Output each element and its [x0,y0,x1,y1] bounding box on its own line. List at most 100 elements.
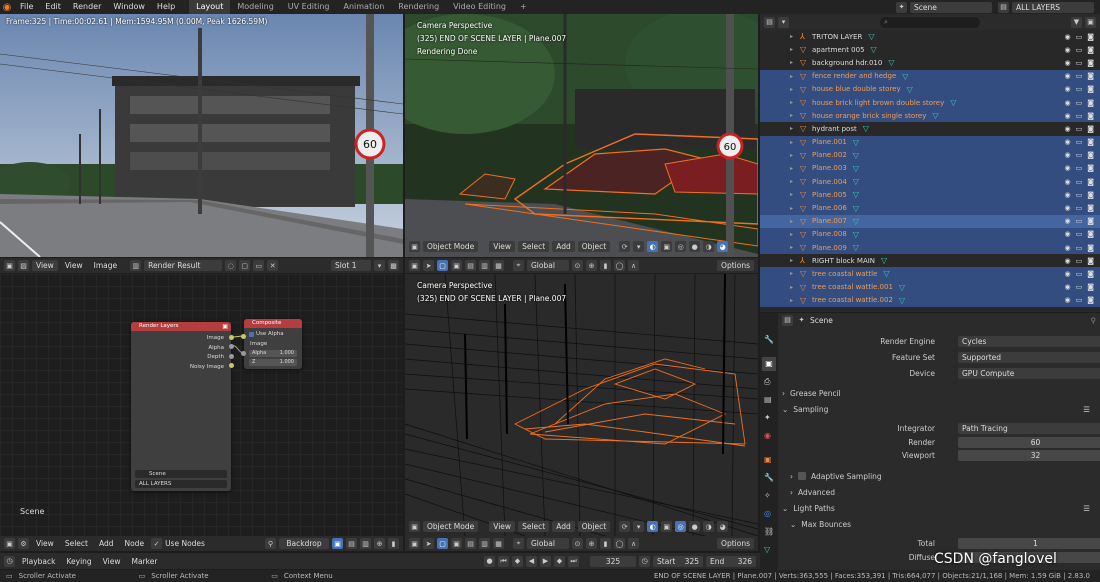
mesh-data-icon[interactable]: ▽ [883,269,889,278]
render-camera-icon[interactable]: ◙ [1087,33,1094,41]
physics-tab-icon[interactable]: ◎ [764,509,771,518]
expand-arrow-icon[interactable]: ▸ [790,59,793,66]
object-menu[interactable]: Object [577,241,611,252]
render-camera-icon[interactable]: ◙ [1087,112,1094,120]
outliner-row[interactable]: ▸ ▽ Plane.002 ▽ ◉ ▭ ◙ [760,148,1100,162]
data-tab-icon[interactable]: ▽ [764,545,770,554]
render-camera-icon[interactable]: ◙ [1087,178,1094,186]
outliner-row[interactable]: ▸ ▽ hydrant post ▽ ◉ ▭ ◙ [760,122,1100,135]
outliner-row[interactable]: ▸ ▽ Plane.008 ▽ ◉ ▭ ◙ [760,227,1100,241]
proportional-edit-icon[interactable]: ◯ [614,260,625,271]
node-tree-type-icon[interactable]: ⚙ [18,538,29,549]
object-mode-selector[interactable]: Object Mode [423,241,479,252]
filter-icon[interactable]: ▼ [1071,16,1082,28]
view-menu[interactable]: View [99,556,125,567]
visibility-eye-icon[interactable]: ◉ [1064,164,1070,172]
overlays-toggle-icon[interactable]: ◐ [647,241,659,252]
blender-logo-icon[interactable]: ◉ [0,0,14,14]
transform-orientation-selector[interactable]: Global [527,260,569,271]
prev-keyframe-icon[interactable]: ◆ [512,555,523,567]
expand-arrow-icon[interactable]: ▸ [790,99,793,106]
object-mode-selector[interactable]: Object Mode [423,521,479,532]
use-nodes-checkbox[interactable]: ✓ [151,538,163,549]
snap-icon[interactable]: ⊕ [586,260,597,271]
expand-arrow-icon[interactable]: ▸ [790,112,793,119]
snap-type-icon[interactable]: ▮ [600,538,611,549]
viewport-monitor-icon[interactable]: ▭ [1076,230,1083,238]
list-icon[interactable]: ☰ [1083,504,1090,513]
tab-rendering[interactable]: Rendering [391,0,446,14]
display-channels-icon[interactable]: ▩ [388,260,399,271]
expand-arrow-icon[interactable]: ▸ [790,139,793,146]
transform-orientation-selector[interactable]: Global [527,538,569,549]
view-menu[interactable]: View [32,538,58,549]
viewport-monitor-icon[interactable]: ▭ [1076,283,1083,291]
editor-type-icon[interactable]: ▤ [782,314,793,326]
select-tool-icon[interactable]: ➤ [423,260,434,271]
layer-selector[interactable]: ALL LAYERS [1012,1,1094,13]
visibility-eye-icon[interactable]: ◉ [1064,230,1070,238]
falloff-icon[interactable]: ∧ [628,260,639,271]
mesh-data-icon[interactable]: ▽ [853,164,859,173]
select-menu[interactable]: Select [61,538,92,549]
visibility-eye-icon[interactable]: ◉ [1064,138,1070,146]
device-dropdown[interactable]: GPU Compute [958,367,1100,379]
expand-arrow-icon[interactable]: ▸ [790,284,793,291]
pivot-icon[interactable]: ⊙ [572,538,583,549]
render-camera-icon[interactable]: ◙ [1087,283,1094,291]
mesh-data-icon[interactable]: ▽ [907,85,913,94]
solid-shading-icon[interactable]: ● [689,521,701,532]
overlay-icon[interactable]: ▾ [633,521,645,532]
select-subtract-icon[interactable]: ▤ [465,538,476,549]
backdrop-channel-icon[interactable]: ▣ [332,538,343,549]
render-camera-icon[interactable]: ◙ [1087,296,1094,304]
channel-icon[interactable]: ▾ [374,260,385,271]
render-tab-icon[interactable]: ▣ [762,357,776,371]
visibility-eye-icon[interactable]: ◉ [1064,257,1070,265]
slot-selector[interactable]: Slot 1 [331,260,371,271]
integrator-dropdown[interactable]: Path Tracing [958,422,1100,434]
next-keyframe-icon[interactable]: ◆ [554,555,565,567]
viewport-monitor-icon[interactable]: ▭ [1076,257,1083,265]
expand-arrow-icon[interactable]: ▸ [790,297,793,304]
mesh-data-icon[interactable]: ▽ [853,217,859,226]
open-folder-icon[interactable]: ▭ [253,260,265,271]
render-camera-icon[interactable]: ◙ [1087,204,1094,212]
view-menu[interactable]: View [489,521,516,532]
viewport-monitor-icon[interactable]: ▭ [1076,112,1083,120]
composite-node[interactable]: Composite Use Alpha Image Alpha 1.000 Z 1.… [241,319,302,369]
expand-arrow-icon[interactable]: ▸ [790,178,793,185]
viewport-monitor-icon[interactable]: ▭ [1076,99,1083,107]
outliner-row[interactable]: ▸ ▽ house brick light brown double storey ▽… [760,95,1100,110]
expand-arrow-icon[interactable]: ▸ [790,125,793,132]
view-menu-a[interactable]: View [32,260,58,271]
mesh-data-icon[interactable]: ▽ [899,283,905,292]
close-icon[interactable]: ✕ [267,260,279,271]
clock-icon[interactable]: ◷ [639,555,650,567]
pin-icon[interactable]: ⚲ [1091,316,1097,325]
backdrop-zoom-icon[interactable]: ▤ [346,538,357,549]
expand-arrow-icon[interactable]: ▸ [790,244,793,251]
viewport-monitor-icon[interactable]: ▭ [1076,151,1083,159]
gizmo-icon[interactable]: ⟳ [619,241,631,252]
transform-orientation-icon[interactable]: ⌖ [513,538,524,549]
outliner-row[interactable]: ▸ ▽ tree coastal wattle.002 ▽ ◉ ▭ ◙ [760,293,1100,307]
new-collection-icon[interactable]: ▣ [1085,16,1096,28]
playback-menu[interactable]: Playback [18,556,59,567]
render-engine-dropdown[interactable]: Cycles [958,335,1100,347]
mesh-data-icon[interactable]: ▽ [868,32,874,41]
tab-uv-editing[interactable]: UV Editing [281,0,337,14]
grease-pencil-panel[interactable]: › Grease Pencil [778,385,1100,401]
constraints-tab-icon[interactable]: ⛓ [764,527,774,536]
visibility-eye-icon[interactable]: ◉ [1064,217,1070,225]
viewport-monitor-icon[interactable]: ▭ [1076,33,1083,41]
editor-type-icon[interactable]: ▣ [409,241,420,252]
layer-field[interactable]: ALL LAYERS [135,480,227,488]
image-menu[interactable]: Image [90,260,122,271]
scene-field[interactable]: Scene [135,470,227,478]
output-tab-icon[interactable]: ⎙ [764,377,770,387]
outliner-row[interactable]: ▸ ▽ apartment 005 ▽ ◉ ▭ ◙ [760,43,1100,56]
visibility-eye-icon[interactable]: ◉ [1064,33,1070,41]
mesh-data-icon[interactable]: ▽ [853,190,859,199]
outliner-row[interactable]: ▸ ▽ background hdr.010 ▽ ◉ ▭ ◙ [760,56,1100,69]
